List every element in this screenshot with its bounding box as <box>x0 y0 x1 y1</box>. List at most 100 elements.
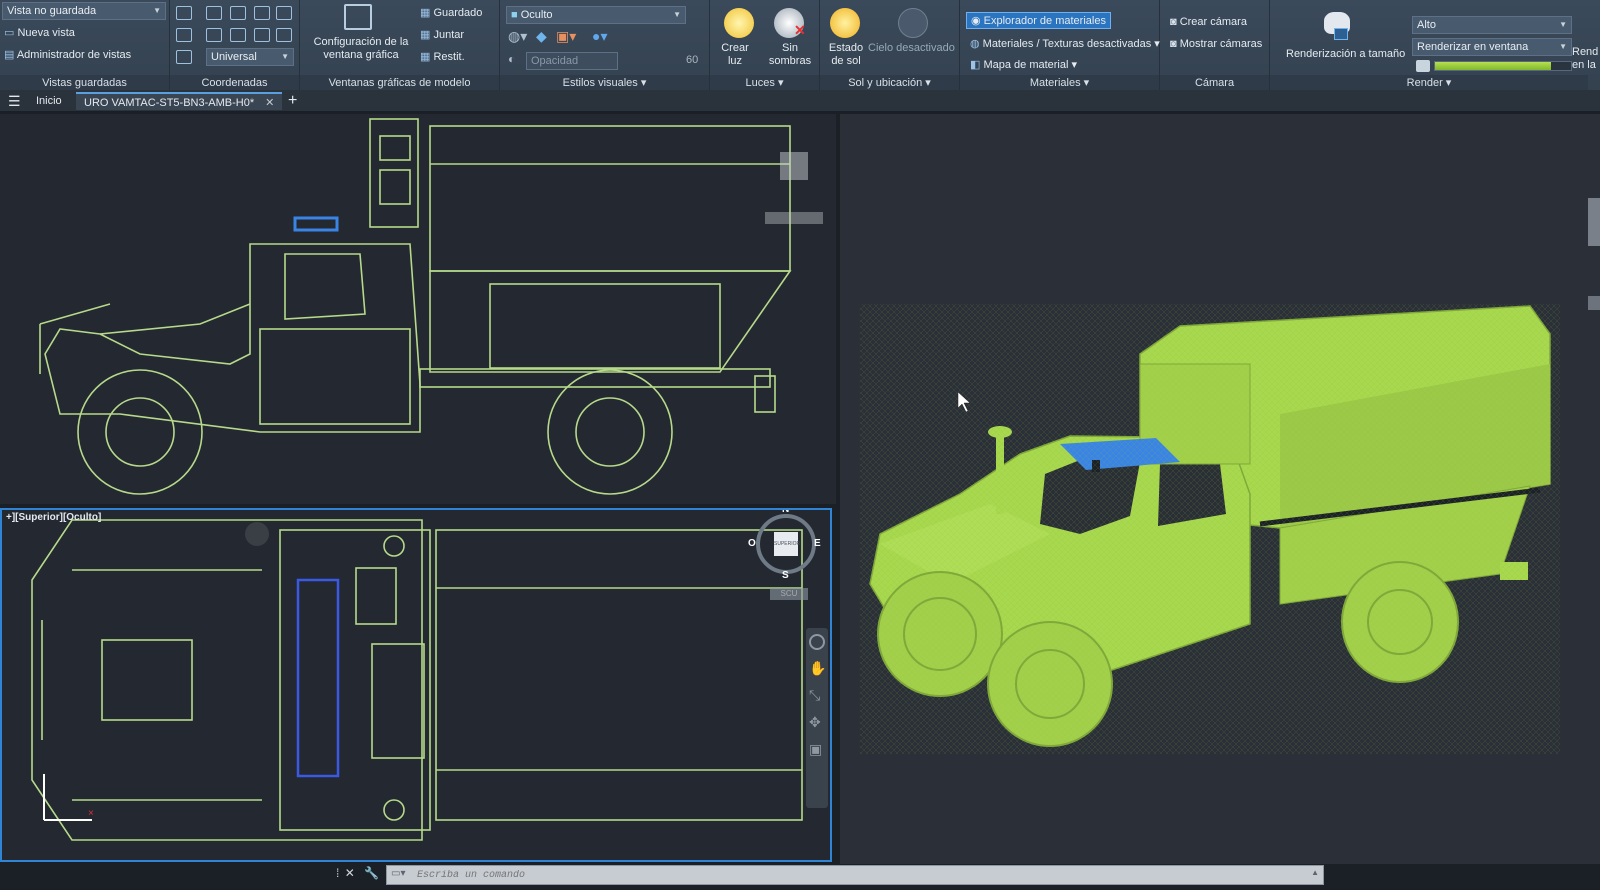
orbit-icon[interactable]: ✥ <box>809 714 825 731</box>
hopper-panel <box>489 283 721 369</box>
sky-off-button[interactable]: Cielo desactivado <box>868 42 955 54</box>
hatch-2 <box>371 643 425 759</box>
sun-title: Sol y ubicación <box>848 77 923 89</box>
ucs-z-icon[interactable] <box>230 28 246 42</box>
panel-materials: ◉ Explorador de materiales ◍ Materiales … <box>960 0 1160 94</box>
tab-current-file[interactable]: URO VAMTAC-ST5-BN3-AMB-H0* ✕ <box>76 92 283 110</box>
command-history-icon[interactable]: ▭▾ <box>391 868 405 879</box>
current-view-combo[interactable]: Vista no guardada ▼ <box>2 2 166 20</box>
ucs-combo[interactable]: Universal ▼ <box>206 48 294 66</box>
panel-title-model-viewports: Ventanas gráficas de modelo <box>300 75 499 91</box>
chevron-down-icon: ▼ <box>281 52 289 61</box>
new-view-button[interactable]: ▭ Nueva vista <box>4 26 75 39</box>
ucs-icon[interactable] <box>176 6 192 20</box>
shadow-icon[interactable]: ◆ <box>536 28 547 45</box>
panel-lights: Crear luz ✕ Sin sombras Luces ▾ <box>710 0 820 94</box>
ucs-view-icon[interactable] <box>254 6 270 20</box>
viewcube-top-face[interactable]: SUPERIOR <box>774 532 800 556</box>
viewport-top-view[interactable]: +][Superior][Oculto] × SUPERIOR N S E O <box>0 508 832 862</box>
ucs-world-icon[interactable] <box>206 6 222 20</box>
steering-wheel-icon[interactable] <box>809 634 825 650</box>
new-tab-button[interactable]: + <box>280 92 305 110</box>
compass-east[interactable]: E <box>814 538 821 549</box>
materials-browser-button[interactable]: ◉ Explorador de materiales <box>966 12 1111 29</box>
command-line-customize-icon[interactable]: 🔧 <box>364 866 379 880</box>
xray-icon[interactable]: ◍▾ <box>508 28 527 45</box>
light-bulb-icon <box>724 8 754 38</box>
viewport-config-icon[interactable] <box>344 4 372 30</box>
view-manager-button[interactable]: ▤ Administrador de vistas <box>4 48 131 61</box>
close-icon[interactable]: ✕ <box>265 97 274 109</box>
panel-title-render[interactable]: Render ▾ <box>1270 75 1588 91</box>
viewport-label[interactable]: +][Superior][Oculto] <box>6 512 101 523</box>
color-icon[interactable]: ●▾ <box>592 28 607 45</box>
opacity-slider[interactable]: Opacidad <box>526 52 618 70</box>
render-quality-value: Alto <box>1417 19 1436 31</box>
antenna-base <box>245 522 269 546</box>
panel-title-sun[interactable]: Sol y ubicación ▾ <box>820 75 959 91</box>
panel-title-lights[interactable]: Luces ▾ <box>710 75 819 91</box>
ucs-combo-value: Universal <box>211 51 257 63</box>
ucs-previous-icon[interactable] <box>176 50 192 64</box>
viewport-saved-label: Guardado <box>433 7 483 19</box>
pan-icon[interactable]: ✋ <box>809 660 826 677</box>
ucs-axis-icon <box>43 774 92 821</box>
app-menu-icon[interactable]: ☰ <box>0 92 29 110</box>
viewport-join-button[interactable]: ▦ Juntar <box>420 28 464 41</box>
chevron-down-icon: ▼ <box>673 10 681 19</box>
material-map-button[interactable]: ◧ Mapa de material ▾ <box>970 58 1077 71</box>
compass-north[interactable]: N <box>782 510 789 515</box>
visual-style-combo[interactable]: ■ Oculto ▼ <box>506 6 686 24</box>
viewcube[interactable]: SUPERIOR N S E O <box>748 510 821 581</box>
compass-west[interactable]: O <box>748 538 756 549</box>
viewport-side-elevation[interactable] <box>0 114 836 504</box>
top-wireframe-drawing: × <box>31 519 803 841</box>
rear-wheel-rim <box>575 397 645 467</box>
wcs-menu-button[interactable]: SCU <box>770 588 808 600</box>
command-line-grip-icon[interactable]: ⁞ <box>336 866 339 880</box>
ucs-3point-icon[interactable] <box>254 28 270 42</box>
ucs-origin-icon[interactable] <box>230 6 246 20</box>
command-line-close-icon[interactable]: ✕ <box>345 866 355 880</box>
viewport-saved-button[interactable]: ▦ Guardado <box>420 6 482 19</box>
rear-bumper <box>754 375 776 413</box>
create-camera-button[interactable]: ◙ Crear cámara <box>1170 16 1247 28</box>
ucs-y-icon[interactable] <box>206 28 222 42</box>
sun-status-button[interactable]: Estado de sol <box>826 42 866 68</box>
materials-textures-button[interactable]: ◍ Materiales / Texturas desactivadas ▾ <box>970 37 1160 50</box>
panel-title-materials[interactable]: Materiales ▾ <box>960 75 1159 91</box>
ucs-object-icon[interactable] <box>276 6 292 20</box>
panel-title-visual-styles[interactable]: Estilos visuales ▾ <box>500 75 709 91</box>
ucs-named-icon[interactable] <box>276 28 292 42</box>
panel-title-saved-views: Vistas guardadas <box>0 75 169 91</box>
no-shadows-button[interactable]: Sin sombras <box>766 42 814 68</box>
opacity-value: 60 <box>686 54 699 66</box>
ucs-x-icon[interactable] <box>176 28 192 42</box>
panel-sun: Estado de sol Cielo desactivado Sol y ub… <box>820 0 960 94</box>
tab-home[interactable]: Inicio <box>28 92 70 110</box>
command-line-scroll-icon[interactable]: ▲ <box>1311 868 1319 877</box>
viewport-join-label: Juntar <box>433 29 465 41</box>
corner-marker-1 <box>383 535 405 557</box>
viewport-3d-perspective[interactable] <box>840 114 1600 864</box>
render-to-size-button[interactable]: Renderización a tamaño <box>1286 48 1405 60</box>
create-light-button[interactable]: Crear luz <box>720 42 750 68</box>
hatch-1 <box>355 567 397 625</box>
render-quality-combo[interactable]: Alto ▼ <box>1412 16 1572 34</box>
zoom-icon[interactable]: ⤡ <box>809 687 825 704</box>
mesh-overlay <box>860 304 1560 754</box>
command-input[interactable] <box>417 868 1297 882</box>
viewport-restore-button[interactable]: ▦ Restit. <box>420 50 465 63</box>
showmotion-icon[interactable]: ▣ <box>809 741 825 758</box>
materials-title: Materiales <box>1029 77 1081 89</box>
visual-style-value: Oculto <box>520 9 553 21</box>
edge-icon[interactable]: ▣▾ <box>556 28 576 45</box>
viewport-restore-label: Restit. <box>433 51 465 63</box>
ribbon: Vista no guardada ▼ ▭ Nueva vista ▤ Admi… <box>0 0 1600 94</box>
show-cameras-button[interactable]: ◙ Mostrar cámaras <box>1170 38 1262 50</box>
render-progress-track <box>1434 61 1572 71</box>
viewport-config-button[interactable]: Configuración de la ventana gráfica <box>306 36 416 62</box>
render-in-combo[interactable]: Renderizar en ventana ▼ <box>1412 38 1572 56</box>
cargo-hopper-outline <box>429 270 792 373</box>
compass-south[interactable]: S <box>782 570 789 581</box>
